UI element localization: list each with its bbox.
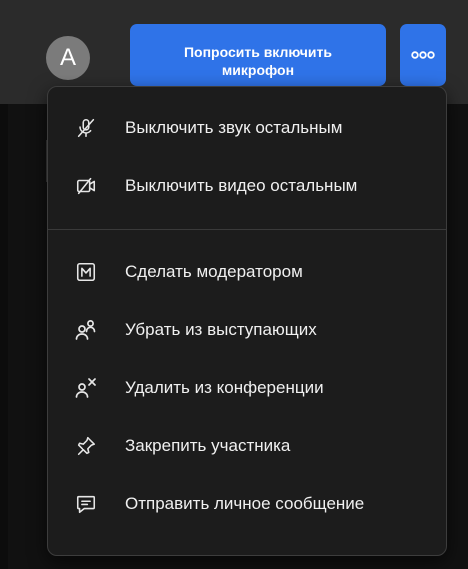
menu-item-label: Отправить личное сообщение	[125, 494, 365, 513]
conference-screen: A Попросить включить микрофон Выключить …	[0, 0, 468, 569]
pin-icon	[74, 434, 98, 458]
menu-item-label: Закрепить участника	[125, 436, 291, 455]
avatar-initial: A	[59, 44, 76, 71]
mic-off-icon	[74, 116, 98, 140]
remove-speaker-icon	[74, 318, 98, 342]
remove-user-icon	[74, 376, 98, 400]
request-microphone-label-line2: микрофон	[221, 62, 295, 78]
menu-item-video-off-others[interactable]: Выключить видео остальным	[48, 157, 446, 215]
video-off-icon	[74, 174, 98, 198]
menu-item-pin-participant[interactable]: Закрепить участника	[48, 417, 446, 475]
menu-item-label: Выключить видео остальным	[125, 176, 358, 195]
moderator-icon	[74, 260, 98, 284]
menu-item-label: Удалить из конференции	[125, 378, 324, 397]
more-dots-icon	[411, 51, 435, 59]
menu-item-label: Сделать модератором	[125, 262, 303, 281]
participant-context-menu: Выключить звук остальным Выключить видео…	[47, 86, 447, 556]
message-icon	[74, 492, 98, 516]
menu-item-mute-others[interactable]: Выключить звук остальным	[48, 99, 446, 157]
menu-divider	[48, 229, 446, 230]
menu-item-make-moderator[interactable]: Сделать модератором	[48, 243, 446, 301]
request-microphone-label-line1: Попросить включить	[183, 44, 333, 60]
menu-item-label: Убрать из выступающих	[125, 320, 317, 339]
menu-item-remove-from-speakers[interactable]: Убрать из выступающих	[48, 301, 446, 359]
menu-item-send-private-message[interactable]: Отправить личное сообщение	[48, 475, 446, 533]
menu-item-remove-from-conference[interactable]: Удалить из конференции	[48, 359, 446, 417]
menu-item-label: Выключить звук остальным	[125, 118, 343, 137]
request-microphone-button[interactable]: Попросить включить микрофон	[130, 24, 386, 86]
avatar[interactable]: A	[46, 36, 90, 80]
more-options-button[interactable]	[400, 24, 446, 86]
left-edge	[0, 104, 8, 569]
